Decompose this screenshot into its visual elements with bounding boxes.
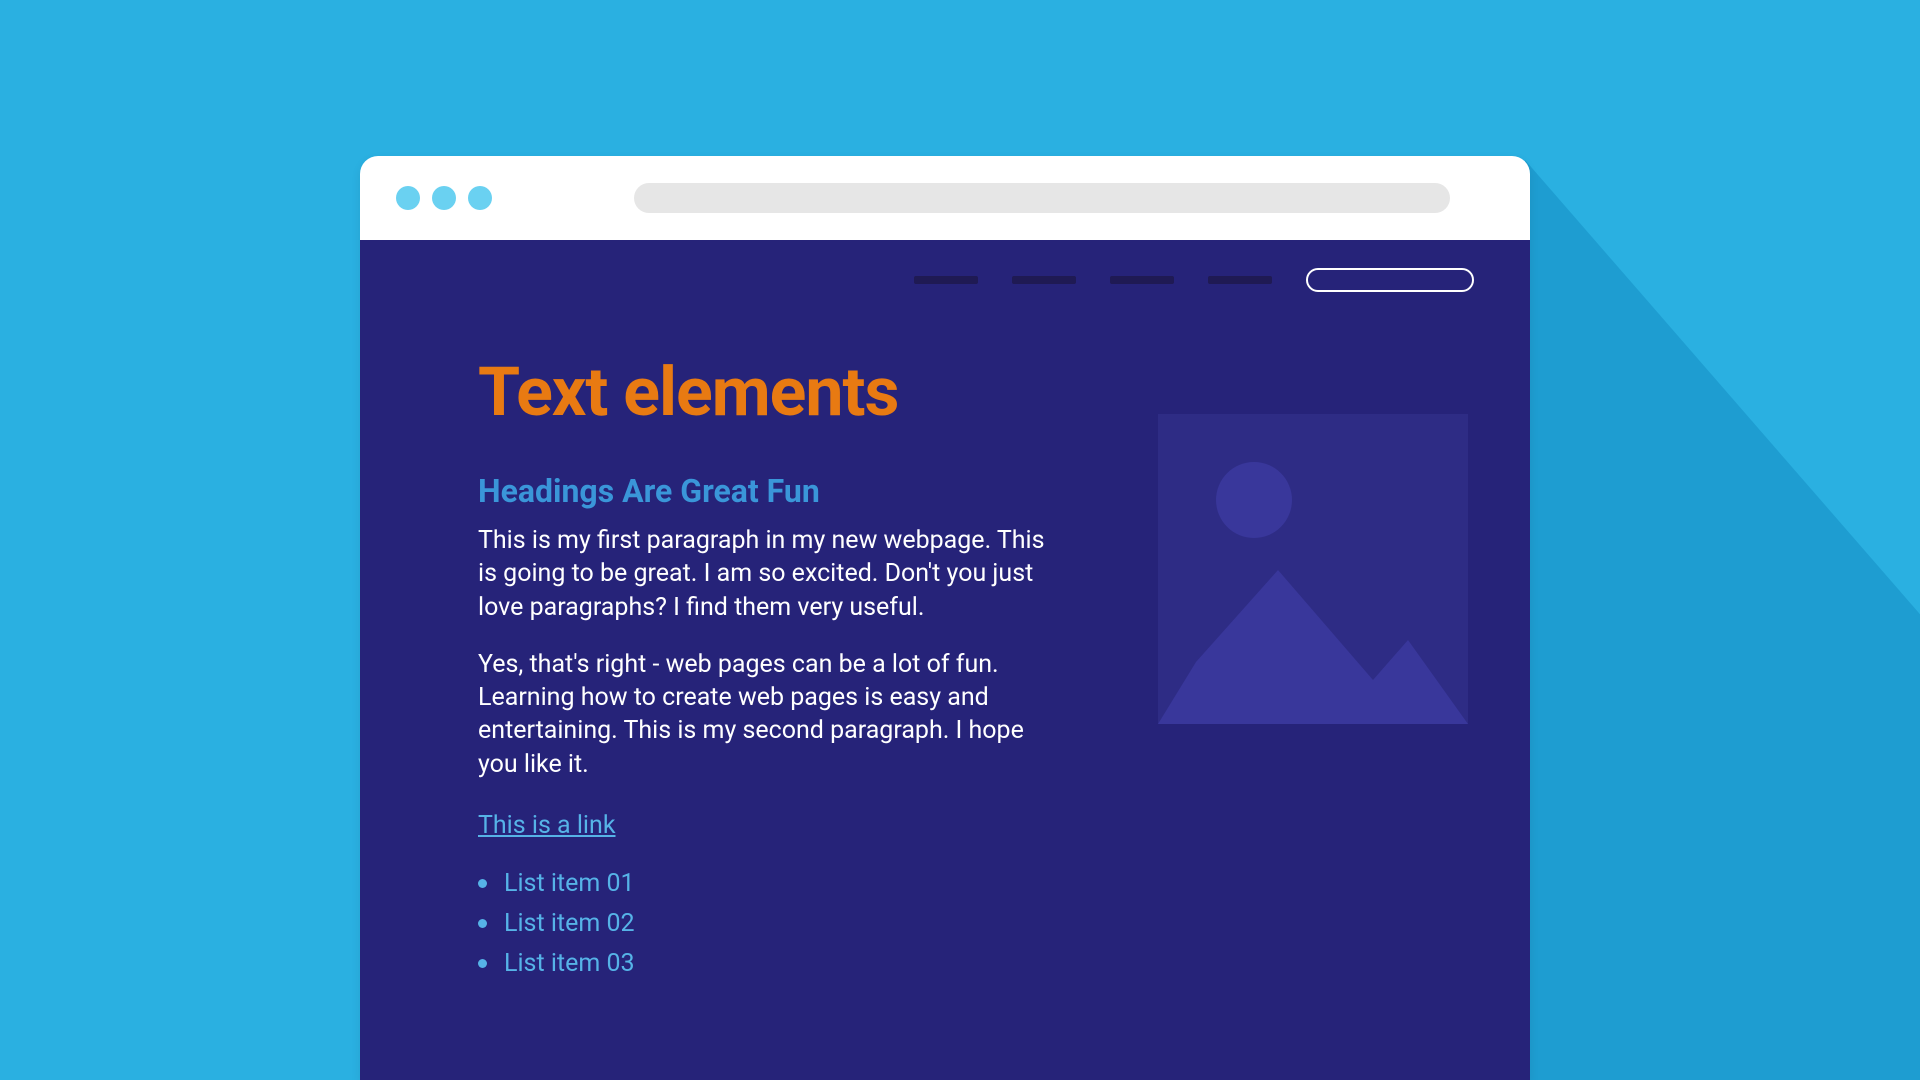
nav-search-pill[interactable]: [1306, 268, 1474, 292]
browser-window: Text elements Headings Are Great Fun Thi…: [360, 156, 1530, 1080]
list-item: List item 03: [478, 944, 1088, 984]
bullet-list: List item 01 List item 02 List item 03: [478, 864, 1088, 984]
paragraph: This is my first paragraph in my new web…: [478, 524, 1048, 624]
image-placeholder-icon: [1158, 414, 1468, 724]
address-bar[interactable]: [634, 183, 1450, 213]
subheading: Headings Are Great Fun: [478, 472, 1088, 510]
list-item: List item 01: [478, 864, 1088, 904]
list-item: List item 02: [478, 904, 1088, 944]
window-minimize-button[interactable]: [432, 186, 456, 210]
page-body: Text elements Headings Are Great Fun Thi…: [360, 240, 1530, 1080]
content-area: Text elements Headings Are Great Fun Thi…: [478, 352, 1468, 984]
image-column: [1158, 414, 1468, 984]
placeholder-sun-icon: [1216, 462, 1292, 538]
text-column: Text elements Headings Are Great Fun Thi…: [478, 352, 1088, 984]
nav-link-placeholder[interactable]: [914, 276, 978, 284]
browser-titlebar: [360, 156, 1530, 240]
window-shadow: [1525, 160, 1920, 1080]
nav-link-placeholder[interactable]: [1208, 276, 1272, 284]
page-navigation: [478, 268, 1474, 292]
paragraph: Yes, that's right - web pages can be a l…: [478, 648, 1048, 781]
nav-link-placeholder[interactable]: [1110, 276, 1174, 284]
window-close-button[interactable]: [396, 186, 420, 210]
nav-link-placeholder[interactable]: [1012, 276, 1076, 284]
content-link[interactable]: This is a link: [478, 811, 616, 840]
page-title: Text elements: [478, 352, 1088, 432]
placeholder-mountains-icon: [1158, 554, 1468, 724]
window-maximize-button[interactable]: [468, 186, 492, 210]
